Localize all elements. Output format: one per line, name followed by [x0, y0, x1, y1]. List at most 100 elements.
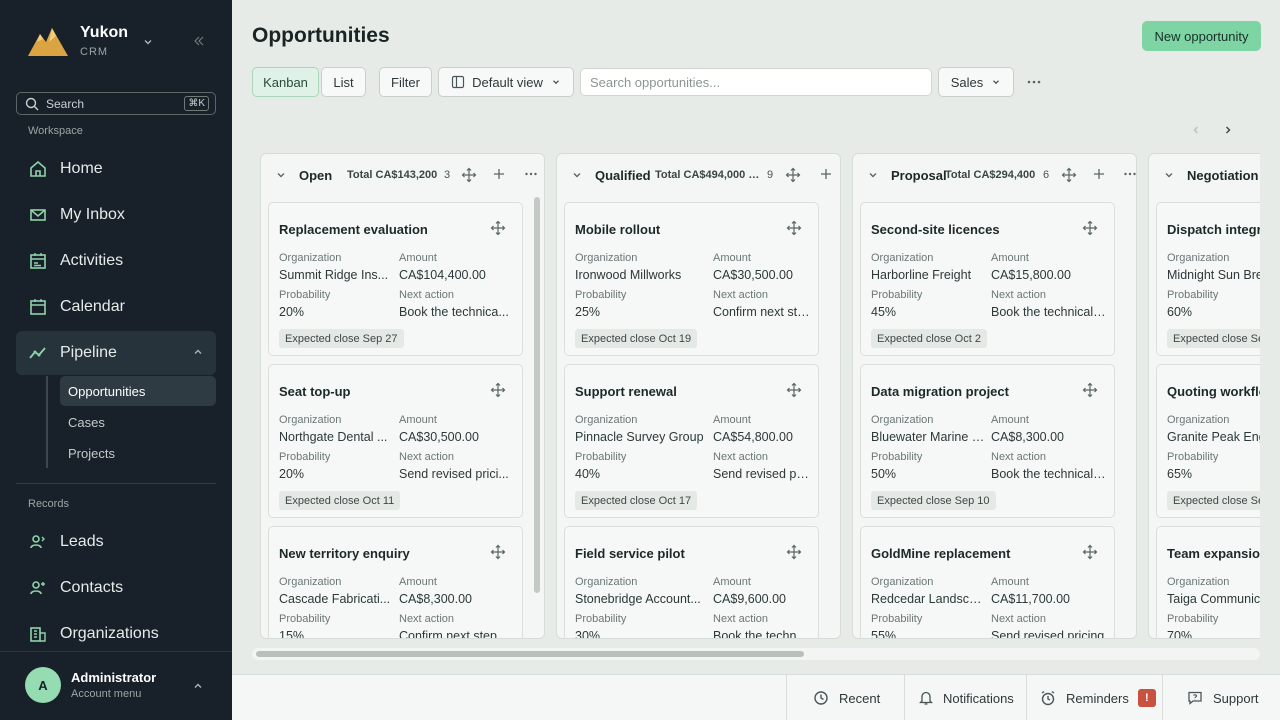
brand[interactable]: Yukon CRM [28, 24, 128, 58]
logo-mountain-icon [28, 24, 68, 58]
notifications-button[interactable]: Notifications [904, 675, 1026, 720]
search-icon [25, 97, 39, 111]
column-title: Proposal [891, 168, 947, 183]
probability-value: 65% [1167, 467, 1193, 481]
next-action-label: Next action [991, 289, 1047, 301]
new-opportunity-button[interactable]: New opportunity [1142, 21, 1261, 51]
opportunity-card[interactable]: Replacement evaluation Organization Summit… [268, 202, 523, 356]
org-value: Ironwood Millworks [575, 268, 682, 282]
sidebar-item-organizations[interactable]: Organizations [16, 612, 216, 656]
next-action-label: Next action [991, 451, 1047, 463]
amount-value: CA$104,400.00 [399, 268, 486, 282]
plus-icon[interactable] [819, 167, 833, 181]
plus-icon[interactable] [492, 167, 506, 181]
probability-label: Probability [575, 613, 627, 625]
search-input[interactable]: Search opportunities... [580, 68, 932, 96]
move-icon[interactable] [490, 544, 506, 560]
opportunity-card[interactable]: Dispatch integra Organization Midnight Sun… [1156, 202, 1260, 356]
next-action-value: Confirm next step [399, 629, 497, 639]
plus-icon[interactable] [1092, 167, 1106, 181]
chevron-down-icon[interactable] [142, 36, 154, 48]
chevron-left-icon[interactable] [1180, 116, 1212, 144]
sidebar-item-leads[interactable]: Leads [16, 520, 216, 564]
column-total: Total CA$494,000 · ... [655, 169, 763, 181]
reminders-button[interactable]: Reminders ! [1026, 675, 1162, 720]
sidebar-item-calendar[interactable]: Calendar [16, 285, 216, 329]
sidebar-item-home[interactable]: Home [16, 147, 216, 191]
card-title: Mobile rollout [575, 222, 661, 237]
more-options-icon[interactable] [1123, 167, 1136, 181]
kanban-view-button[interactable]: Kanban [252, 67, 319, 97]
leads-icon [28, 532, 48, 552]
list-view-button[interactable]: List [321, 67, 366, 97]
chevron-down-icon[interactable] [275, 169, 287, 181]
sidebar-item-activities[interactable]: Activities [16, 239, 216, 283]
card-title: Replacement evaluation [279, 222, 428, 237]
card-title: New territory enquiry [279, 546, 410, 561]
sidebar-item-inbox[interactable]: My Inbox [16, 193, 216, 237]
opportunity-card[interactable]: Seat top-up Organization Northgate Dental … [268, 364, 523, 518]
move-icon[interactable] [461, 167, 477, 183]
org-label: Organization [279, 576, 342, 588]
sidebar-subitem-opportunities[interactable]: Opportunities [60, 376, 216, 406]
org-value: Redcedar Landsca... [871, 592, 985, 606]
avatar: A [25, 667, 61, 703]
support-button[interactable]: Support [1162, 675, 1280, 720]
opportunity-card[interactable]: Mobile rollout Organization Ironwood Millw… [564, 202, 819, 356]
opportunity-card[interactable]: Quoting workflo Organization Granite Peak … [1156, 364, 1260, 518]
collapse-sidebar-icon[interactable] [192, 34, 206, 48]
move-icon[interactable] [1082, 220, 1098, 236]
account-menu[interactable]: A Administrator Account menu [0, 651, 232, 720]
chevron-down-icon[interactable] [867, 169, 879, 181]
opportunity-card[interactable]: New territory enquiry Organization Cascade… [268, 526, 523, 639]
move-icon[interactable] [1061, 167, 1077, 183]
next-action-label: Next action [399, 451, 455, 463]
opportunity-card[interactable]: Support renewal Organization Pinnacle Surv… [564, 364, 819, 518]
move-icon[interactable] [786, 382, 802, 398]
amount-label: Amount [399, 252, 437, 264]
sales-select[interactable]: Sales [938, 67, 1014, 97]
next-action-label: Next action [399, 289, 455, 301]
org-label: Organization [871, 576, 934, 588]
filter-button[interactable]: Filter [379, 67, 432, 97]
move-icon[interactable] [490, 220, 506, 236]
sidebar-item-pipeline[interactable]: Pipeline [16, 331, 216, 375]
opportunity-card[interactable]: Second-site licences Organization Harborli… [860, 202, 1115, 356]
board-scrollbar[interactable] [256, 651, 804, 657]
more-options-icon[interactable] [1026, 74, 1042, 90]
org-value: Midnight Sun Bre [1167, 268, 1260, 282]
opportunity-card[interactable]: Field service pilot Organization Stonebrid… [564, 526, 819, 638]
opportunity-card[interactable]: Data migration project Organization Bluewa… [860, 364, 1115, 518]
sidebar-subitem-projects[interactable]: Projects [60, 438, 216, 468]
more-options-icon[interactable] [524, 167, 538, 181]
chevron-right-icon[interactable] [1212, 116, 1244, 144]
amount-label: Amount [991, 252, 1029, 264]
move-icon[interactable] [1082, 544, 1098, 560]
chevron-down-icon[interactable] [1163, 169, 1175, 181]
column-header: Proposal Total CA$294,400 6 [853, 154, 1136, 196]
org-label: Organization [1167, 252, 1230, 264]
probability-label: Probability [575, 451, 627, 463]
subnav-line [46, 376, 48, 468]
sidebar-search[interactable]: Search ⌘K [16, 92, 216, 115]
column-count: 3 [444, 169, 451, 181]
recent-button[interactable]: Recent [786, 675, 904, 720]
amount-label: Amount [399, 414, 437, 426]
alarm-clock-icon [1040, 690, 1056, 706]
sidebar-item-contacts[interactable]: Contacts [16, 566, 216, 610]
sidebar-item-label: Organizations [60, 625, 159, 642]
view-select[interactable]: Default view [438, 67, 574, 97]
chevron-down-icon[interactable] [571, 169, 583, 181]
column-scrollbar[interactable] [534, 197, 540, 593]
opportunity-card[interactable]: Team expansion Organization Taiga Communic… [1156, 526, 1260, 638]
move-icon[interactable] [786, 544, 802, 560]
sidebar-item-label: Home [60, 160, 103, 177]
sidebar-subitem-cases[interactable]: Cases [60, 407, 216, 437]
move-icon[interactable] [490, 382, 506, 398]
opportunity-card[interactable]: GoldMine replacement Organization Redcedar… [860, 526, 1115, 638]
reminders-label: Reminders [1066, 690, 1129, 706]
amount-value: CA$15,800.00 [991, 268, 1071, 282]
move-icon[interactable] [786, 220, 802, 236]
move-icon[interactable] [1082, 382, 1098, 398]
move-icon[interactable] [785, 167, 801, 183]
